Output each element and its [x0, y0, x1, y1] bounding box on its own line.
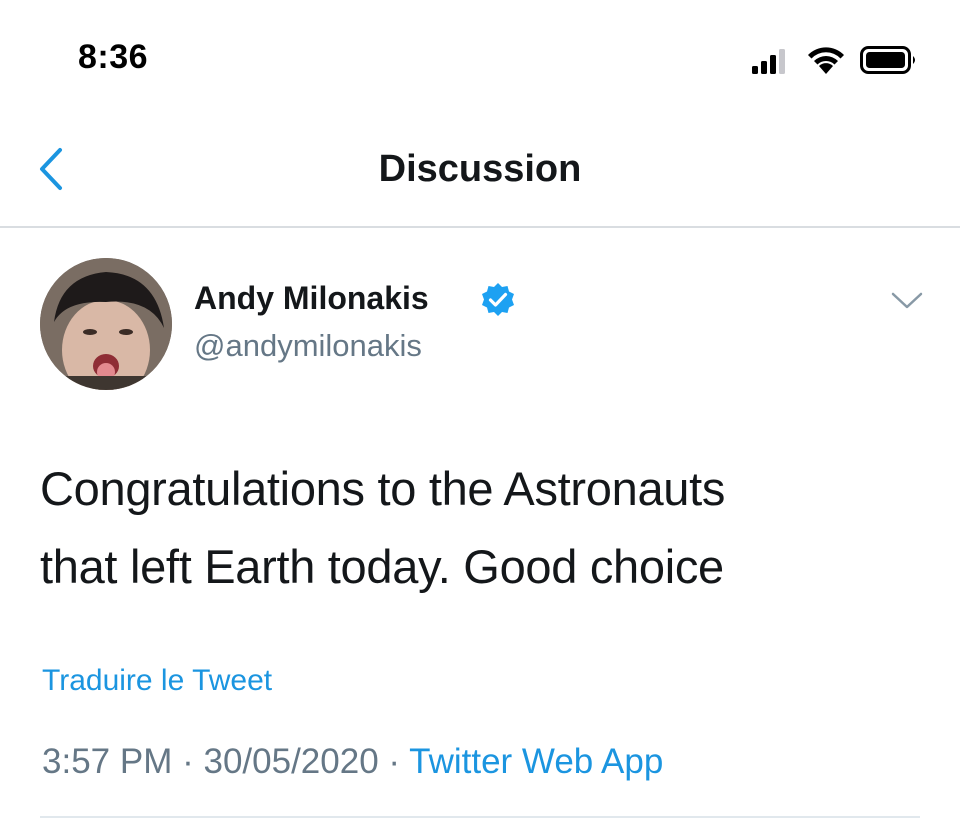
author-handle[interactable]: @andymilonakis — [194, 328, 422, 364]
tweet-metadata: 3:57 PM · 30/05/2020 · Twitter Web App — [42, 742, 663, 782]
tweet-text-line: Congratulations to the Astronauts — [40, 462, 726, 515]
meta-separator: · — [182, 742, 194, 781]
tweet: Andy Milonakis @andymilonakis Congratula… — [0, 228, 960, 830]
battery-icon — [860, 46, 915, 74]
author-name[interactable]: Andy Milonakis — [194, 280, 429, 317]
avatar[interactable] — [40, 258, 172, 390]
status-bar: 8:36 — [0, 0, 960, 110]
tweet-source-link[interactable]: Twitter Web App — [409, 742, 663, 781]
meta-separator: · — [388, 742, 401, 781]
tweet-date: 30/05/2020 — [203, 742, 379, 781]
tweet-text: Congratulations to the Astronauts that l… — [40, 450, 920, 606]
tweet-text-line: that left Earth today. Good choice — [40, 540, 724, 593]
status-time: 8:36 — [78, 38, 149, 76]
divider — [40, 816, 920, 818]
tweet-time: 3:57 PM — [42, 742, 173, 781]
page-title: Discussion — [378, 148, 582, 190]
chevron-down-icon[interactable] — [890, 290, 924, 312]
navigation-bar: Discussion — [0, 118, 960, 228]
status-icons — [752, 44, 942, 78]
verified-badge-icon — [482, 283, 514, 316]
cellular-signal-icon — [752, 49, 785, 74]
translate-tweet-link[interactable]: Traduire le Tweet — [42, 664, 272, 698]
wifi-icon — [808, 47, 844, 74]
